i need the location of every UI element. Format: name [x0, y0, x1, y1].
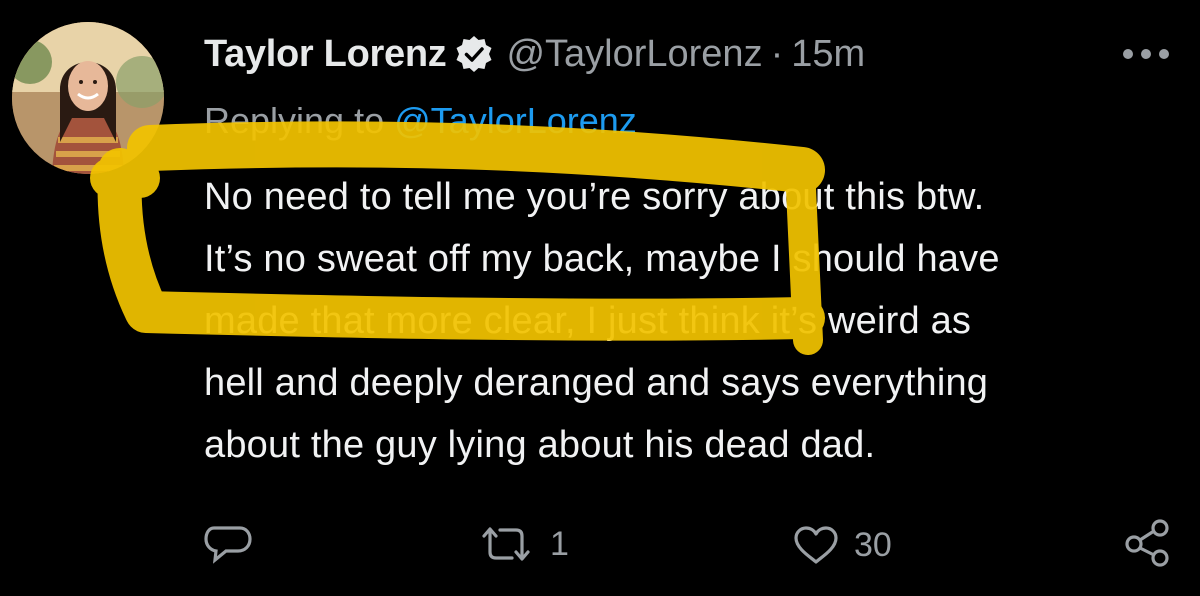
tweet-text-line: No need to tell me you’re sorry about th…: [204, 176, 985, 218]
like-button[interactable]: 30: [792, 524, 892, 566]
retweet-button[interactable]: 1: [476, 524, 569, 564]
tweet-text-line: It’s no sweat off my back, maybe I shoul…: [204, 238, 1000, 280]
profile-photo-icon: [12, 22, 164, 174]
tweet-text-line: hell and deeply deranged and says everyt…: [204, 362, 989, 404]
user-handle[interactable]: @TaylorLorenz: [506, 33, 762, 76]
tweet-text-line: made that more clear, I just think it’s …: [204, 300, 972, 342]
heart-icon: [794, 526, 838, 564]
display-name[interactable]: Taylor Lorenz: [204, 33, 447, 76]
reply-mention-link[interactable]: @TaylorLorenz: [394, 100, 637, 141]
tweet-text: No need to tell me you’re sorry about th…: [204, 166, 1184, 476]
tweet-card[interactable]: Taylor Lorenz @TaylorLorenz · 15m Replyi…: [0, 0, 1200, 596]
share-icon: [1125, 519, 1169, 567]
reply-context: Replying to @TaylorLorenz: [204, 100, 637, 142]
timestamp[interactable]: 15m: [791, 33, 865, 76]
more-options-icon[interactable]: [1116, 40, 1176, 68]
separator-dot: ·: [770, 32, 784, 75]
like-count: 30: [854, 525, 892, 564]
avatar[interactable]: [12, 22, 164, 174]
verified-badge-icon: [454, 34, 494, 74]
reply-prefix: Replying to: [204, 100, 385, 141]
retweet-count: 1: [550, 524, 569, 563]
tweet-text-line: about the guy lying about his dead dad.: [204, 424, 876, 466]
reply-button[interactable]: [204, 524, 252, 564]
tweet-header: Taylor Lorenz @TaylorLorenz · 15m: [204, 26, 865, 82]
comment-icon: [204, 526, 252, 564]
retweet-icon: [482, 527, 530, 561]
share-button[interactable]: [1122, 518, 1172, 568]
tweet-actions: 1 30: [0, 510, 1200, 580]
